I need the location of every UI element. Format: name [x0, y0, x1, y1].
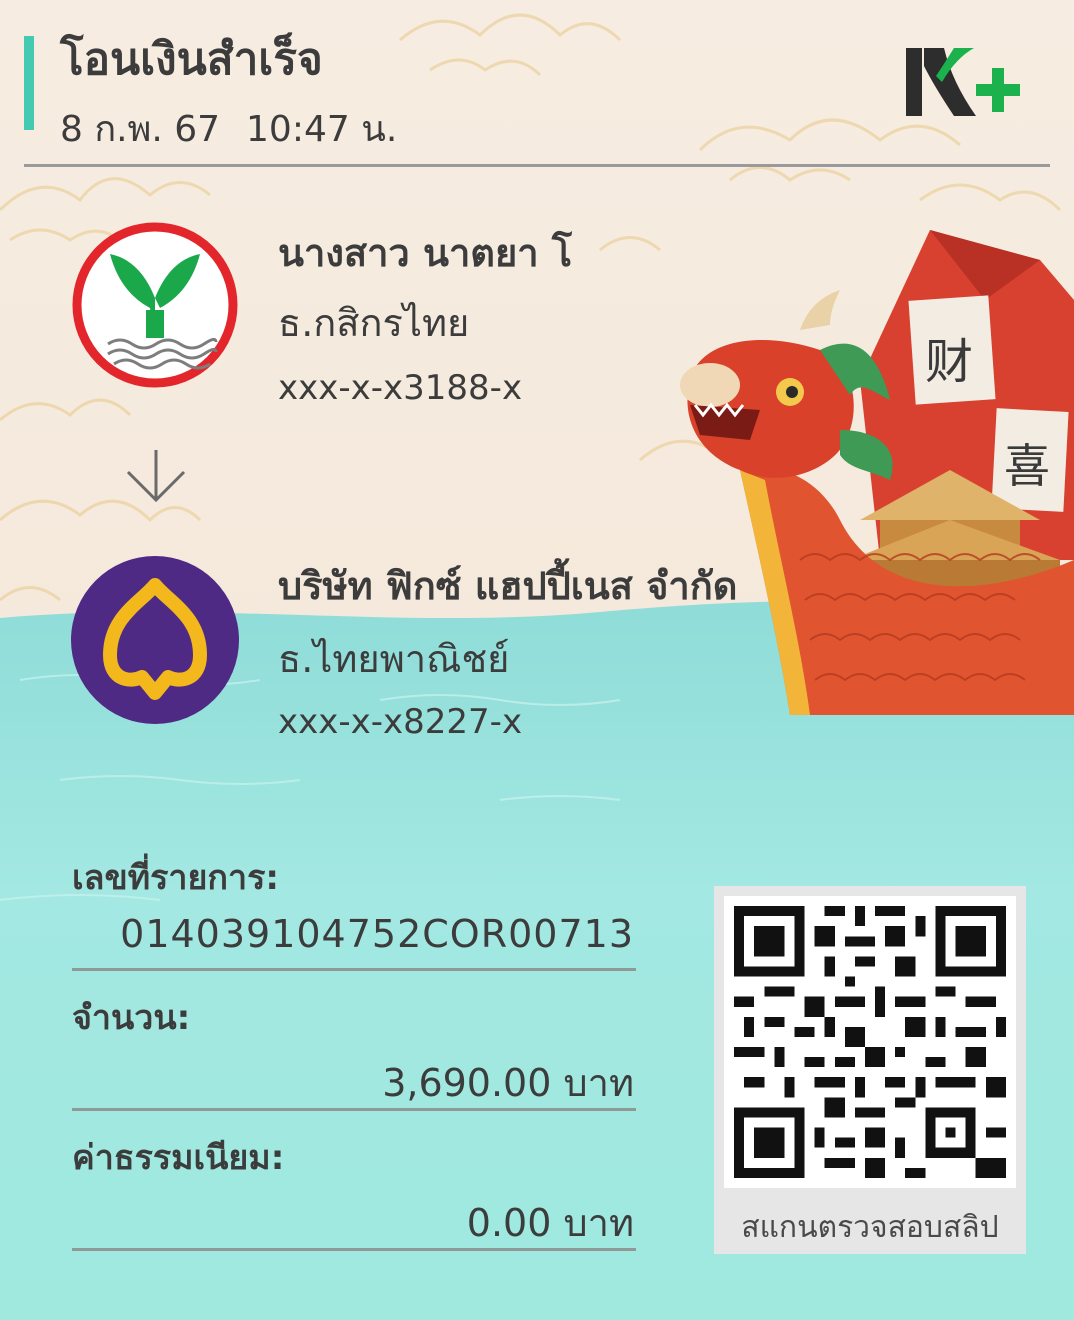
transaction-date: 8 ก.พ. 67 — [60, 109, 221, 150]
qr-code-icon[interactable] — [724, 896, 1016, 1188]
amount-label: จำนวน: — [72, 998, 191, 1038]
svg-text:财: 财 — [925, 334, 973, 390]
header-accent-bar — [24, 36, 34, 130]
sender-account: xxx-x-x3188-x — [278, 368, 523, 408]
reference-value: 014039104752COR00713 — [120, 912, 634, 956]
receiver-name: บริษัท ฟิกซ์ แฮปปี้เนส จำกัด — [278, 564, 738, 608]
reference-divider — [72, 968, 636, 971]
transaction-time: 10:47 น. — [246, 109, 398, 150]
header-divider — [24, 164, 1050, 167]
kplus-logo-icon — [906, 48, 1020, 116]
fee-label: ค่าธรรมเนียม: — [72, 1138, 285, 1178]
fee-value: 0.00 บาท — [466, 1201, 634, 1245]
receiver-bank: ธ.ไทยพาณิชย์ — [278, 637, 510, 681]
sender-name: นางสาว นาตยา โ — [278, 231, 573, 275]
verify-qr-panel[interactable]: สแกนตรวจสอบสลิป — [714, 886, 1026, 1254]
reference-label: เลขที่รายการ: — [72, 858, 279, 898]
amount-value: 3,690.00 บาท — [382, 1061, 634, 1105]
fee-divider — [72, 1248, 636, 1251]
sender-bank: ธ.กสิกรไทย — [278, 301, 470, 345]
receiver-account: xxx-x-x8227-x — [278, 702, 523, 742]
qr-caption: สแกนตรวจสอบสลิป — [741, 1210, 999, 1245]
arrow-down-icon — [126, 450, 186, 503]
page-title: โอนเงินสำเร็จ — [60, 34, 323, 85]
amount-divider — [72, 1108, 636, 1111]
kasikorn-bank-logo-icon — [72, 222, 238, 388]
svg-text:喜: 喜 — [1004, 439, 1050, 493]
scb-bank-logo-icon — [71, 556, 239, 724]
transaction-datetime: 8 ก.พ. 67 10:47 น. — [60, 100, 397, 157]
